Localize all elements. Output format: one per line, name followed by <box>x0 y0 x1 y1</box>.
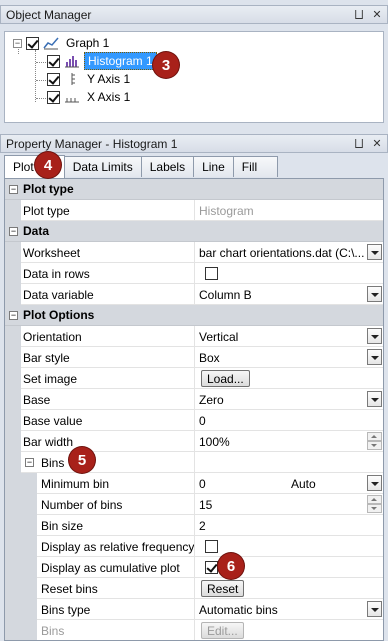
property-manager-titlebar: Property Manager - Histogram 1 ⨆ ✕ <box>0 134 388 153</box>
property-row-relative-frequency: Display as relative frequency <box>5 536 383 557</box>
category-plot-type[interactable]: − Plot type <box>5 179 383 200</box>
bin-size-field[interactable]: 2 <box>196 515 383 536</box>
property-row-plot-type: Plot type Histogram <box>5 200 383 221</box>
chevron-down-icon[interactable] <box>367 601 382 617</box>
category-data[interactable]: − Data <box>5 221 383 242</box>
callout-badge: 4 <box>35 152 61 178</box>
property-row-bin-size: Bin size 2 <box>5 515 383 536</box>
property-manager-title: Property Manager - Histogram 1 <box>6 136 178 151</box>
property-row-bar-style: Bar style Box <box>5 347 383 368</box>
tree-item-histogram[interactable]: Histogram 1 <box>47 52 157 70</box>
pin-icon[interactable]: ⨆ <box>353 136 365 152</box>
y-axis-visibility-checkbox[interactable] <box>47 72 60 86</box>
property-row-bins-group[interactable]: − Bins <box>5 452 383 473</box>
object-tree: − Graph 1 Histogram 1 Y Axis 1 X Axis 1 … <box>4 31 384 123</box>
property-row-reset-bins: Reset bins Reset <box>5 578 383 599</box>
property-row-data-in-rows: Data in rows <box>5 263 383 284</box>
chevron-down-icon[interactable] <box>367 244 382 260</box>
chevron-down-icon[interactable] <box>367 475 382 491</box>
tree-item-y-axis[interactable]: Y Axis 1 <box>47 70 133 88</box>
load-image-button[interactable]: Load... <box>201 370 250 387</box>
bar-width-field[interactable]: 100% <box>196 431 383 452</box>
cumulative-plot-checkbox[interactable] <box>205 561 218 574</box>
number-of-bins-field[interactable]: 15 <box>196 494 383 515</box>
callout-badge: 6 <box>218 553 244 579</box>
chevron-down-icon[interactable] <box>367 391 382 407</box>
collapse-icon[interactable]: − <box>9 227 18 236</box>
chevron-down-icon[interactable] <box>367 286 382 302</box>
object-manager-panel: Object Manager ⨆ ✕ − Graph 1 Histogram 1… <box>0 5 388 123</box>
y-axis-icon <box>71 73 75 85</box>
chevron-down-icon[interactable] <box>367 349 382 365</box>
tree-item-label: Graph 1 <box>66 36 110 50</box>
property-row-cumulative-plot: Display as cumulative plot <box>5 557 383 578</box>
property-row-minimum-bin: Minimum bin 0 Auto <box>5 473 383 494</box>
tree-item-label: Histogram 1 <box>84 52 157 70</box>
x-axis-visibility-checkbox[interactable] <box>47 90 60 104</box>
property-row-worksheet: Worksheet bar chart orientations.dat (C:… <box>5 242 383 263</box>
base-dropdown[interactable]: Zero <box>196 389 383 410</box>
tree-item-x-axis[interactable]: X Axis 1 <box>47 88 133 106</box>
property-manager-panel: Property Manager - Histogram 1 ⨆ ✕ Plot … <box>0 134 388 641</box>
tree-item-label: Y Axis 1 <box>87 72 131 86</box>
property-grid: − Plot type Plot type Histogram − Data W… <box>4 178 384 641</box>
plot-type-value: Histogram <box>199 203 254 218</box>
minimum-bin-dropdown[interactable]: 0 Auto <box>196 473 383 494</box>
property-row-orientation: Orientation Vertical <box>5 326 383 347</box>
close-icon[interactable]: ✕ <box>371 136 383 152</box>
property-row-bins-edit: Bins Edit... <box>5 620 383 640</box>
close-icon[interactable]: ✕ <box>371 7 383 23</box>
graph-visibility-checkbox[interactable] <box>26 36 39 50</box>
property-row-bins-type: Bins type Automatic bins <box>5 599 383 620</box>
collapse-icon[interactable]: − <box>25 458 34 467</box>
bar-width-spinner[interactable] <box>367 432 382 450</box>
property-row-bar-width: Bar width 100% <box>5 431 383 452</box>
data-variable-dropdown[interactable]: Column B <box>196 284 383 305</box>
worksheet-dropdown[interactable]: bar chart orientations.dat (C:\... <box>196 242 383 263</box>
tree-item-label: X Axis 1 <box>87 90 131 104</box>
bins-type-dropdown[interactable]: Automatic bins <box>196 599 383 620</box>
histogram-visibility-checkbox[interactable] <box>47 54 60 68</box>
orientation-dropdown[interactable]: Vertical <box>196 326 383 347</box>
tab-labels[interactable]: Labels <box>140 156 195 177</box>
tab-data-limits[interactable]: Data Limits <box>63 156 142 177</box>
callout-badge: 5 <box>69 447 95 473</box>
edit-bins-button: Edit... <box>201 622 244 639</box>
relative-frequency-checkbox[interactable] <box>205 540 218 553</box>
category-plot-options[interactable]: − Plot Options <box>5 305 383 326</box>
object-manager-titlebar: Object Manager ⨆ ✕ <box>0 5 388 24</box>
tab-line[interactable]: Line <box>193 156 234 177</box>
property-row-base-value: Base value 0 <box>5 410 383 431</box>
bar-style-dropdown[interactable]: Box <box>196 347 383 368</box>
collapse-icon[interactable]: − <box>9 185 18 194</box>
property-row-base: Base Zero <box>5 389 383 410</box>
reset-bins-button[interactable]: Reset <box>201 580 245 597</box>
property-row-set-image: Set image Load... <box>5 368 383 389</box>
chevron-down-icon[interactable] <box>367 328 382 344</box>
x-axis-icon <box>65 98 79 103</box>
collapse-icon[interactable]: − <box>13 38 22 48</box>
histogram-icon <box>65 56 79 68</box>
pin-icon[interactable]: ⨆ <box>353 7 365 23</box>
object-manager-title: Object Manager <box>6 7 92 22</box>
property-row-data-variable: Data variable Column B <box>5 284 383 305</box>
collapse-icon[interactable]: − <box>9 311 18 320</box>
data-in-rows-checkbox[interactable] <box>205 267 218 280</box>
graph-icon <box>43 37 59 50</box>
callout-badge: 3 <box>153 52 179 78</box>
number-of-bins-spinner[interactable] <box>367 495 382 513</box>
base-value-field[interactable]: 0 <box>196 410 383 431</box>
tree-item-graph[interactable]: − Graph 1 <box>13 34 112 52</box>
property-row-number-of-bins: Number of bins 15 <box>5 494 383 515</box>
tab-fill[interactable]: Fill <box>232 156 279 177</box>
